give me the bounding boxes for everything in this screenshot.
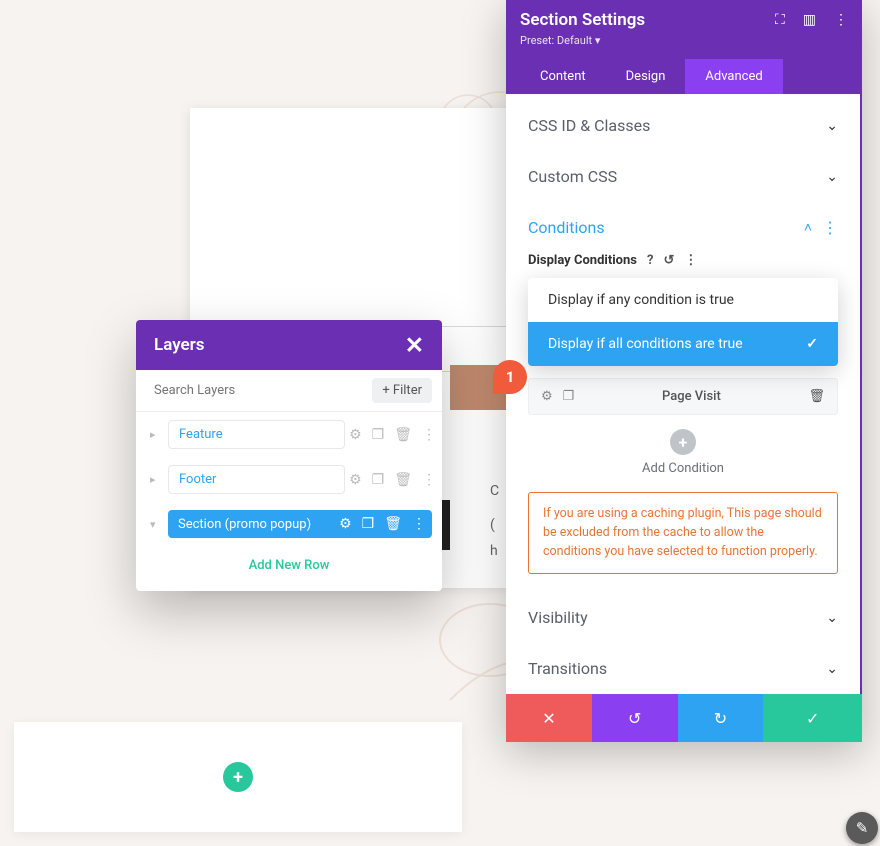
accordion-conditions[interactable]: Conditions ˄ ⋮: [506, 202, 860, 253]
close-icon[interactable]: ✕: [405, 334, 424, 357]
search-input[interactable]: [154, 383, 372, 398]
add-new-row-button[interactable]: Add New Row: [136, 546, 442, 591]
undo-icon[interactable]: ↺: [663, 253, 674, 268]
display-conditions-label: Display Conditions ? ↺ ⋮: [528, 253, 838, 268]
expand-icon[interactable]: ⛶: [775, 12, 785, 28]
dropdown-option-all[interactable]: Display if all conditions are true ✓: [528, 322, 838, 366]
layer-item-footer[interactable]: ▸ Footer ⚙ ❐ 🗑 ⋮: [136, 457, 442, 502]
layer-label-text: Section (promo popup): [178, 517, 311, 532]
copy-icon[interactable]: ❐: [362, 516, 375, 532]
copy-icon[interactable]: ❐: [563, 389, 575, 404]
save-button[interactable]: ✓: [763, 694, 862, 742]
accordion-css-id-classes[interactable]: CSS ID & Classes ⌄: [506, 100, 860, 151]
copy-icon[interactable]: ❐: [372, 472, 385, 488]
dots-icon[interactable]: ⋮: [834, 12, 848, 28]
layers-title: Layers: [154, 335, 205, 355]
caching-warning: If you are using a caching plugin, This …: [528, 492, 838, 574]
undo-button[interactable]: ↺: [592, 694, 678, 742]
trash-icon[interactable]: 🗑: [808, 389, 825, 404]
accordion-label: Transitions: [528, 659, 607, 678]
accordion-label: Conditions: [528, 218, 605, 237]
cancel-button[interactable]: ✕: [506, 694, 592, 742]
dots-icon[interactable]: ⋮: [684, 253, 697, 268]
plus-icon[interactable]: +: [670, 429, 696, 455]
gear-icon[interactable]: ⚙: [339, 516, 352, 532]
dots-icon[interactable]: ⋮: [412, 516, 426, 532]
expand-icon[interactable]: ▾: [150, 518, 162, 531]
layers-header: Layers ✕: [136, 320, 442, 370]
preset-label[interactable]: Preset: Default ▾: [520, 34, 645, 47]
settings-tabs: Content Design Advanced: [520, 59, 848, 94]
trash-icon[interactable]: 🗑: [384, 516, 402, 532]
accordion-label: Custom CSS: [528, 167, 617, 186]
check-icon: ✓: [806, 709, 819, 728]
dots-icon[interactable]: ⋮: [822, 218, 838, 237]
trash-icon[interactable]: 🗑: [394, 472, 412, 488]
settings-footer-actions: ✕ ↺ ↻ ✓: [506, 694, 862, 742]
layers-panel: Layers ✕ + Filter ▸ Feature ⚙ ❐ 🗑 ⋮ ▸ Fo…: [136, 320, 442, 591]
add-condition[interactable]: + Add Condition: [528, 429, 838, 476]
expand-icon[interactable]: ▸: [150, 473, 162, 486]
panel-icon[interactable]: ▥: [803, 12, 816, 28]
tab-design[interactable]: Design: [606, 59, 686, 94]
annotation-badge-1: 1: [493, 360, 527, 394]
dots-icon[interactable]: ⋮: [422, 472, 436, 488]
chevron-down-icon: ⌄: [826, 118, 838, 134]
undo-icon: ↺: [628, 709, 641, 728]
conditions-body: Display Conditions ? ↺ ⋮ Display if any …: [506, 253, 860, 592]
layer-item-section-promo-popup[interactable]: ▾ Section (promo popup) ⚙ ❐ 🗑 ⋮: [136, 502, 442, 546]
check-icon: ✓: [806, 336, 818, 352]
snippet-text: h: [490, 540, 498, 562]
condition-row-page-visit[interactable]: ⚙ ❐ Page Visit 🗑: [528, 378, 838, 415]
condition-label: Page Visit: [574, 389, 808, 404]
layer-label[interactable]: Footer: [168, 465, 345, 494]
tab-content[interactable]: Content: [520, 59, 606, 94]
layer-label[interactable]: Section (promo popup) ⚙ ❐ 🗑 ⋮: [168, 510, 432, 538]
add-module-card[interactable]: +: [14, 722, 462, 832]
chevron-up-icon: ˄: [804, 219, 812, 236]
layers-search-row: + Filter: [136, 370, 442, 412]
gear-icon[interactable]: ⚙: [349, 427, 362, 443]
display-mode-dropdown[interactable]: Display if any condition is true Display…: [528, 278, 838, 366]
redo-icon: ↻: [714, 709, 727, 728]
tab-advanced[interactable]: Advanced: [685, 59, 782, 94]
settings-header: Section Settings Preset: Default ▾ ⛶ ▥ ⋮…: [506, 0, 862, 94]
layer-item-feature[interactable]: ▸ Feature ⚙ ❐ 🗑 ⋮: [136, 412, 442, 457]
layer-label[interactable]: Feature: [168, 420, 345, 449]
gear-icon[interactable]: ⚙: [349, 472, 362, 488]
expand-icon[interactable]: ▸: [150, 428, 162, 441]
chevron-down-icon: ⌄: [826, 661, 838, 677]
snippet-text: C: [490, 480, 499, 502]
redo-button[interactable]: ↻: [678, 694, 764, 742]
dropdown-option-label: Display if all conditions are true: [548, 336, 743, 352]
dots-icon[interactable]: ⋮: [422, 427, 436, 443]
add-condition-label: Add Condition: [528, 461, 838, 476]
filter-button[interactable]: + Filter: [372, 378, 432, 403]
chevron-down-icon: ▾: [595, 34, 601, 47]
section-settings-panel: Section Settings Preset: Default ▾ ⛶ ▥ ⋮…: [506, 0, 862, 742]
accordion-visibility[interactable]: Visibility ⌄: [506, 592, 860, 643]
gear-icon[interactable]: ⚙: [541, 389, 553, 404]
accordion-label: Visibility: [528, 608, 588, 627]
snippet-text: (: [490, 514, 495, 536]
chevron-down-icon: ⌄: [826, 610, 838, 626]
help-icon[interactable]: ?: [647, 253, 653, 268]
chevron-down-icon: ⌄: [826, 169, 838, 185]
accordion-custom-css[interactable]: Custom CSS ⌄: [506, 151, 860, 202]
accordion-label: CSS ID & Classes: [528, 116, 650, 135]
dropdown-option-any[interactable]: Display if any condition is true: [528, 278, 838, 322]
plus-icon[interactable]: +: [223, 762, 253, 792]
close-icon: ✕: [542, 709, 555, 728]
copy-icon[interactable]: ❐: [372, 427, 385, 443]
settings-title: Section Settings: [520, 10, 645, 30]
trash-icon[interactable]: 🗑: [394, 427, 412, 443]
floating-settings-button[interactable]: ✎: [846, 812, 878, 844]
settings-body: CSS ID & Classes ⌄ Custom CSS ⌄ Conditio…: [506, 94, 862, 694]
accordion-transitions[interactable]: Transitions ⌄: [506, 643, 860, 694]
